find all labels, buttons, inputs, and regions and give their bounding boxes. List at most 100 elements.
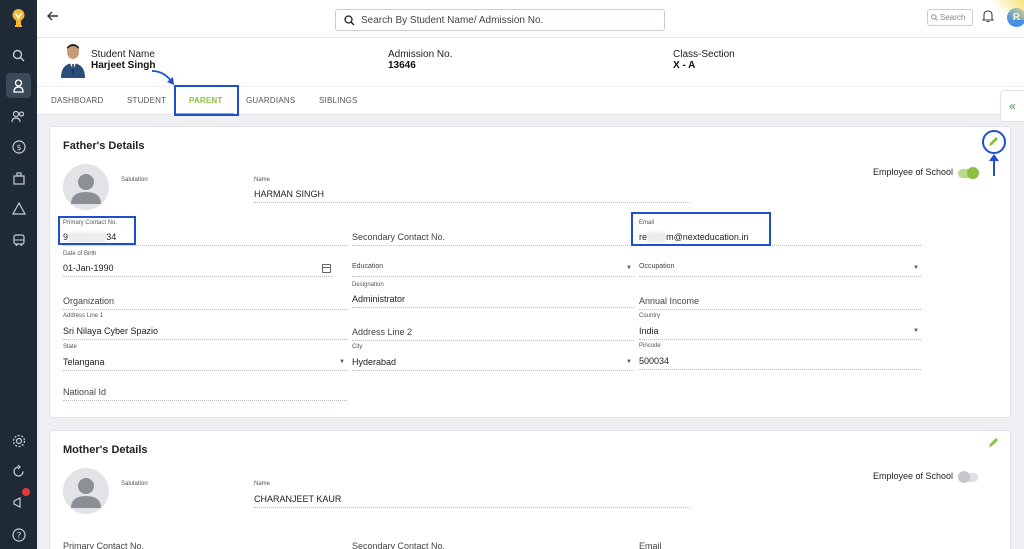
- search-icon[interactable]: [6, 43, 31, 68]
- mother-details-title: Mother's Details: [63, 444, 148, 456]
- edit-pencil-icon[interactable]: [988, 437, 999, 451]
- father-salutation-field[interactable]: Salutation: [121, 177, 241, 202]
- student-header: Student Name Harjeet Singh Admission No.…: [37, 38, 1024, 86]
- help-icon[interactable]: ?: [6, 522, 31, 547]
- father-occupation-select[interactable]: Occupation ▼: [639, 251, 921, 277]
- search-icon: [931, 14, 938, 21]
- father-pincode-field[interactable]: Pincode 500034: [639, 343, 921, 370]
- designation-value: Administrator: [352, 294, 406, 304]
- tab-guardians[interactable]: GUARDIANS: [246, 96, 295, 105]
- chevron-down-icon: ▼: [339, 359, 345, 365]
- chevron-down-icon: ▼: [913, 265, 919, 271]
- name-label: Name: [254, 177, 271, 183]
- primary-contact-placeholder: Primary Contact No.: [63, 541, 145, 549]
- mother-secondary-contact-field[interactable]: Secondary Contact No.: [352, 528, 634, 549]
- city-label: City: [352, 344, 363, 350]
- annotation-circle-edit: [982, 130, 1006, 176]
- mother-primary-contact-field[interactable]: Primary Contact No.: [63, 528, 347, 549]
- father-employee-label: Employee of School: [873, 167, 954, 177]
- father-designation-field[interactable]: Designation Administrator: [352, 282, 634, 308]
- salutation-label: Salutation: [121, 481, 148, 487]
- alert-icon[interactable]: [6, 196, 31, 221]
- mother-name-field[interactable]: Name CHARANJEET KAUR: [254, 481, 690, 508]
- svg-text:$: $: [16, 143, 21, 152]
- father-name-field[interactable]: Name HARMAN SINGH: [254, 177, 690, 203]
- corner-decoration: [992, 0, 1024, 20]
- chevron-down-icon: ▼: [626, 359, 632, 365]
- father-dob-field[interactable]: Date of Birth 01-Jan-1990: [63, 251, 333, 277]
- organization-placeholder: Organization: [63, 296, 115, 306]
- student-name-value: Harjeet Singh: [91, 60, 156, 71]
- national-id-placeholder: National Id: [63, 387, 107, 397]
- father-address-line1-field[interactable]: Address Line 1 Sri Nilaya Cyber Spazio: [63, 313, 347, 340]
- search-placeholder: Search By Student Name/ Admission No.: [361, 14, 544, 26]
- address-line1-value: Sri Nilaya Cyber Spazio: [63, 326, 159, 336]
- father-national-id-field[interactable]: National Id: [63, 375, 347, 401]
- users-icon[interactable]: [6, 104, 31, 129]
- father-education-select[interactable]: Education ▼: [352, 251, 634, 277]
- name-value: HARMAN SINGH: [254, 189, 325, 199]
- father-annual-income-field[interactable]: Annual Income: [639, 284, 921, 310]
- megaphone-icon[interactable]: [6, 488, 31, 515]
- annotation-box-email: [631, 212, 771, 246]
- collapse-panel-button[interactable]: «: [1000, 90, 1024, 122]
- address-line2-placeholder: Address Line 2: [352, 327, 413, 337]
- student-search-input[interactable]: Search By Student Name/ Admission No.: [335, 9, 665, 31]
- tab-student[interactable]: STUDENT: [127, 96, 166, 105]
- father-country-select[interactable]: Country India ▼: [639, 313, 921, 340]
- logo-icon: [12, 9, 25, 27]
- admission-value: 13646: [388, 60, 416, 71]
- class-section-label: Class-Section: [673, 49, 735, 60]
- toggle-knob: [967, 167, 979, 179]
- mother-salutation-field[interactable]: Salutation: [121, 481, 241, 506]
- bus-icon[interactable]: [6, 227, 31, 252]
- calendar-icon[interactable]: [322, 264, 331, 273]
- state-label: State: [63, 344, 78, 350]
- mother-details-card: Mother's Details Salutation Name CHARANJ…: [49, 430, 1011, 549]
- father-details-title: Father's Details: [63, 140, 145, 152]
- email-placeholder: Email: [639, 541, 662, 549]
- father-photo-placeholder[interactable]: [63, 164, 109, 210]
- settings-icon[interactable]: [6, 428, 31, 453]
- mother-employee-label: Employee of School: [873, 471, 954, 481]
- annotation-arrow-parent-tab: [151, 70, 174, 85]
- address-line1-label: Address Line 1: [63, 313, 104, 319]
- father-employee-toggle[interactable]: [958, 167, 979, 179]
- global-search-placeholder: Search: [940, 13, 966, 22]
- building-icon[interactable]: [6, 165, 31, 190]
- father-address-line2-field[interactable]: Address Line 2: [352, 315, 634, 341]
- dob-label: Date of Birth: [63, 251, 97, 257]
- mother-photo-placeholder[interactable]: [63, 468, 109, 514]
- tab-siblings[interactable]: SIBLINGS: [319, 96, 358, 105]
- country-value: India: [639, 326, 659, 336]
- pincode-value: 500034: [639, 356, 670, 366]
- toggle-knob: [958, 471, 970, 483]
- education-label: Education: [352, 263, 384, 270]
- country-label: Country: [639, 313, 661, 319]
- father-city-select[interactable]: City Hyderabad ▼: [352, 344, 634, 371]
- name-value: CHARANJEET KAUR: [254, 494, 342, 504]
- mother-employee-toggle[interactable]: [958, 471, 978, 483]
- tab-dashboard[interactable]: DASHBOARD: [51, 96, 103, 105]
- annotation-box-primary-contact: [58, 216, 136, 245]
- father-details-card: Father's Details Salutation Name HARMAN …: [49, 126, 1011, 418]
- student-name-label: Student Name: [91, 49, 155, 60]
- dob-value: 01-Jan-1990: [63, 263, 114, 273]
- city-value: Hyderabad: [352, 357, 397, 367]
- global-search-input[interactable]: Search: [927, 9, 973, 26]
- father-secondary-contact-field[interactable]: Secondary Contact No.: [352, 220, 634, 246]
- annual-income-placeholder: Annual Income: [639, 296, 700, 306]
- chevron-down-icon: ▼: [913, 328, 919, 334]
- salutation-label: Salutation: [121, 177, 148, 183]
- class-section-value: X - A: [673, 60, 696, 71]
- father-organization-field[interactable]: Organization: [63, 284, 347, 310]
- designation-label: Designation: [352, 282, 384, 288]
- back-arrow-icon[interactable]: [47, 9, 59, 27]
- refresh-icon[interactable]: [6, 459, 31, 484]
- father-state-select[interactable]: State Telangana ▼: [63, 344, 347, 371]
- occupation-label: Occupation: [639, 263, 675, 270]
- student-icon[interactable]: [6, 73, 31, 98]
- mother-email-field[interactable]: Email: [639, 528, 921, 549]
- sidebar: $ ?: [0, 0, 37, 549]
- dollar-icon[interactable]: $: [6, 134, 31, 159]
